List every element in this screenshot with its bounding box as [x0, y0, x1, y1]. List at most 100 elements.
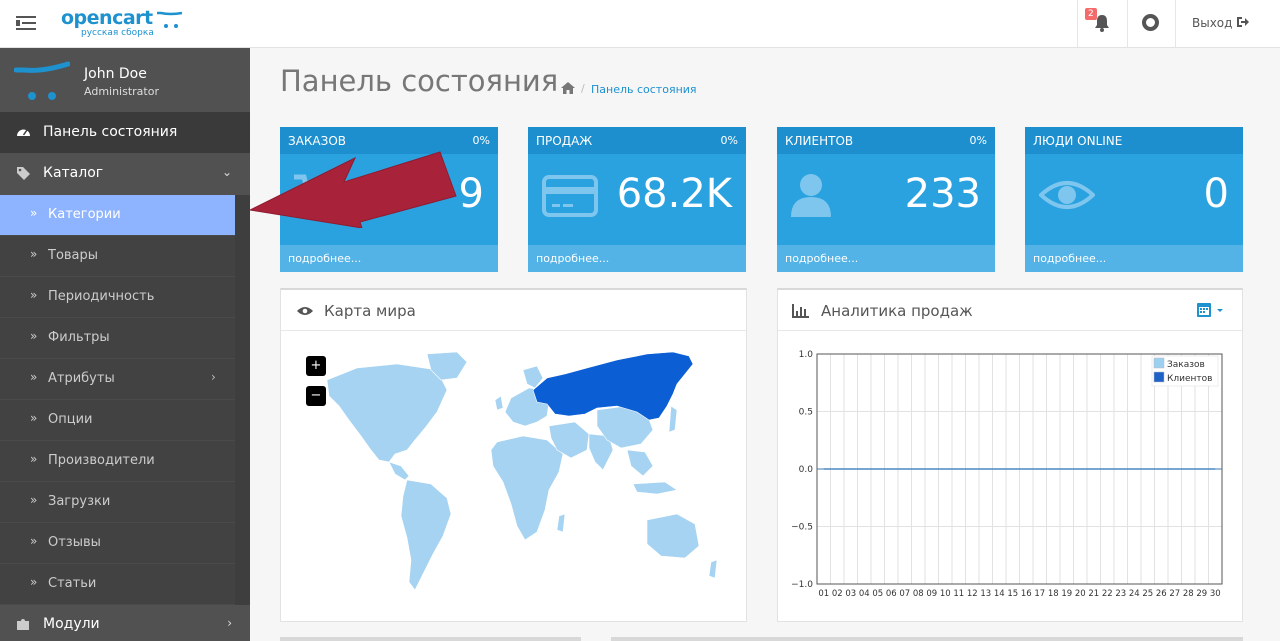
y-tick-label: 0.5	[799, 408, 813, 418]
legend-swatch	[1153, 371, 1165, 383]
sidebar-item-modules[interactable]: Модули ›	[0, 604, 250, 641]
sidebar-item-label: Периодичность	[48, 289, 155, 304]
notification-badge: 2	[1085, 8, 1097, 20]
tile-more-link[interactable]: подробнее...	[1033, 252, 1106, 265]
chevron-right-icon: ›	[227, 616, 232, 630]
sidebar-item-filters[interactable]: » Фильтры	[0, 318, 235, 359]
tile-more-link[interactable]: подробнее...	[288, 252, 361, 265]
panel-edge	[280, 637, 581, 641]
x-tick-label: 11	[953, 589, 964, 599]
new-zealand-map	[708, 559, 718, 579]
tile-footer[interactable]: подробнее...	[777, 245, 995, 272]
sidebar-item-label: Отзывы	[48, 535, 101, 550]
x-tick-label: 13	[980, 589, 991, 599]
sidebar-scrollbar[interactable]	[235, 195, 250, 605]
sidebar-item-label: Панель состояния	[43, 124, 178, 140]
madagascar-map	[556, 513, 566, 533]
world-map[interactable]	[297, 350, 727, 600]
sidebar-item-label: Статьи	[48, 576, 97, 591]
puzzle-icon	[17, 619, 29, 630]
breadcrumb-link[interactable]: Панель состояния	[591, 83, 697, 96]
logo-text: opencart	[61, 7, 153, 29]
calendar-dropdown-icon[interactable]	[1196, 301, 1226, 319]
y-tick-label: 1.0	[799, 350, 814, 360]
tile-value: 68.2K	[616, 171, 732, 217]
sidebar-item-label: Каталог	[43, 165, 104, 181]
eye-icon	[1039, 181, 1095, 209]
sidebar-item-catalog[interactable]: Каталог ⌄	[0, 153, 250, 194]
cart-logo-icon	[157, 11, 183, 28]
sidebar-item-dashboard[interactable]: Панель состояния	[0, 112, 250, 153]
double-chevron-icon: »	[30, 493, 38, 507]
zoom-in-button[interactable]: +	[306, 356, 326, 376]
legend-label: Заказов	[1167, 360, 1205, 370]
help-lifebuoy-icon[interactable]	[1142, 14, 1159, 31]
north-america-map	[326, 363, 448, 463]
x-tick-label: 21	[1088, 589, 1099, 599]
opencart-logo[interactable]: opencart русская сборка	[61, 7, 183, 38]
x-tick-label: 20	[1075, 589, 1086, 599]
sidebar-item-attributes[interactable]: » Атрибуты ›	[0, 359, 235, 400]
tile-title: КЛИЕНТОВ	[785, 134, 854, 148]
tile-online: ЛЮДИ ONLINE 0 подробнее...	[1025, 127, 1243, 272]
menu-toggle-icon[interactable]	[16, 14, 36, 32]
page-title: Панель состояния	[280, 64, 559, 98]
user-icon	[791, 174, 831, 217]
chevron-down-icon: ⌄	[221, 165, 232, 179]
uk-map	[494, 395, 504, 411]
panel-edge	[611, 637, 1243, 641]
sidebar-item-label: Производители	[48, 453, 155, 468]
sidebar-item-reviews[interactable]: » Отзывы	[0, 523, 235, 564]
user-profile[interactable]: John Doe Administrator	[0, 48, 250, 112]
x-tick-label: 24	[1129, 589, 1140, 599]
profile-role: Administrator	[84, 85, 159, 98]
zoom-out-button[interactable]: −	[306, 386, 326, 406]
double-chevron-icon: »	[30, 534, 38, 548]
double-chevron-icon: »	[30, 247, 38, 261]
logo-subtitle: русская сборка	[81, 28, 154, 38]
tile-value: 233	[904, 171, 981, 217]
sidebar-item-label: Товары	[48, 248, 99, 263]
y-tick-label: −0.5	[791, 523, 813, 533]
x-tick-label: 23	[1115, 589, 1126, 599]
tile-footer[interactable]: подробнее...	[280, 245, 498, 272]
header-divider	[1077, 0, 1078, 48]
sidebar-item-categories[interactable]: » Категории	[0, 195, 235, 236]
sidebar-item-recurring[interactable]: » Периодичность	[0, 277, 235, 318]
sidebar-item-products[interactable]: » Товары	[0, 236, 235, 277]
tile-value: 0	[1203, 171, 1229, 217]
tile-more-link[interactable]: подробнее...	[785, 252, 858, 265]
sidebar-item-articles[interactable]: » Статьи	[0, 564, 235, 605]
dashboard-icon	[17, 129, 30, 136]
x-tick-label: 30	[1210, 589, 1221, 599]
tile-percent: 0%	[969, 134, 987, 147]
logout-button[interactable]: Выход	[1192, 16, 1250, 30]
y-tick-label: 0.0	[799, 465, 814, 475]
x-tick-label: 03	[845, 589, 856, 599]
x-tick-label: 26	[1156, 589, 1167, 599]
sign-out-icon	[1237, 17, 1250, 27]
tile-percent: 0%	[720, 134, 738, 147]
x-tick-label: 16	[1021, 589, 1032, 599]
sidebar-item-label: Категории	[48, 207, 121, 222]
tile-title: ЛЮДИ ONLINE	[1033, 134, 1123, 148]
x-tick-label: 18	[1048, 589, 1059, 599]
sidebar-item-label: Загрузки	[48, 494, 111, 509]
double-chevron-icon: »	[30, 452, 38, 466]
x-tick-label: 07	[899, 589, 910, 599]
central-america-map	[388, 461, 410, 481]
breadcrumb-separator: /	[581, 82, 585, 95]
avatar	[14, 61, 70, 100]
tile-more-link[interactable]: подробнее...	[536, 252, 609, 265]
sidebar-item-options[interactable]: » Опции	[0, 400, 235, 441]
x-tick-label: 10	[940, 589, 951, 599]
tile-header: КЛИЕНТОВ 0%	[777, 127, 995, 154]
home-icon[interactable]	[561, 82, 575, 94]
sales-analytics-panel: Аналитика продаж 1.0 0.5 0.0 −0.5 −1.0 01 02 03…	[777, 288, 1243, 622]
sidebar-item-downloads[interactable]: » Загрузки	[0, 482, 235, 523]
sidebar-item-label: Атрибуты	[48, 371, 115, 386]
tile-footer[interactable]: подробнее...	[1025, 245, 1243, 272]
x-tick-label: 17	[1034, 589, 1045, 599]
sidebar-item-manufacturers[interactable]: » Производители	[0, 441, 235, 482]
tile-footer[interactable]: подробнее...	[528, 245, 746, 272]
